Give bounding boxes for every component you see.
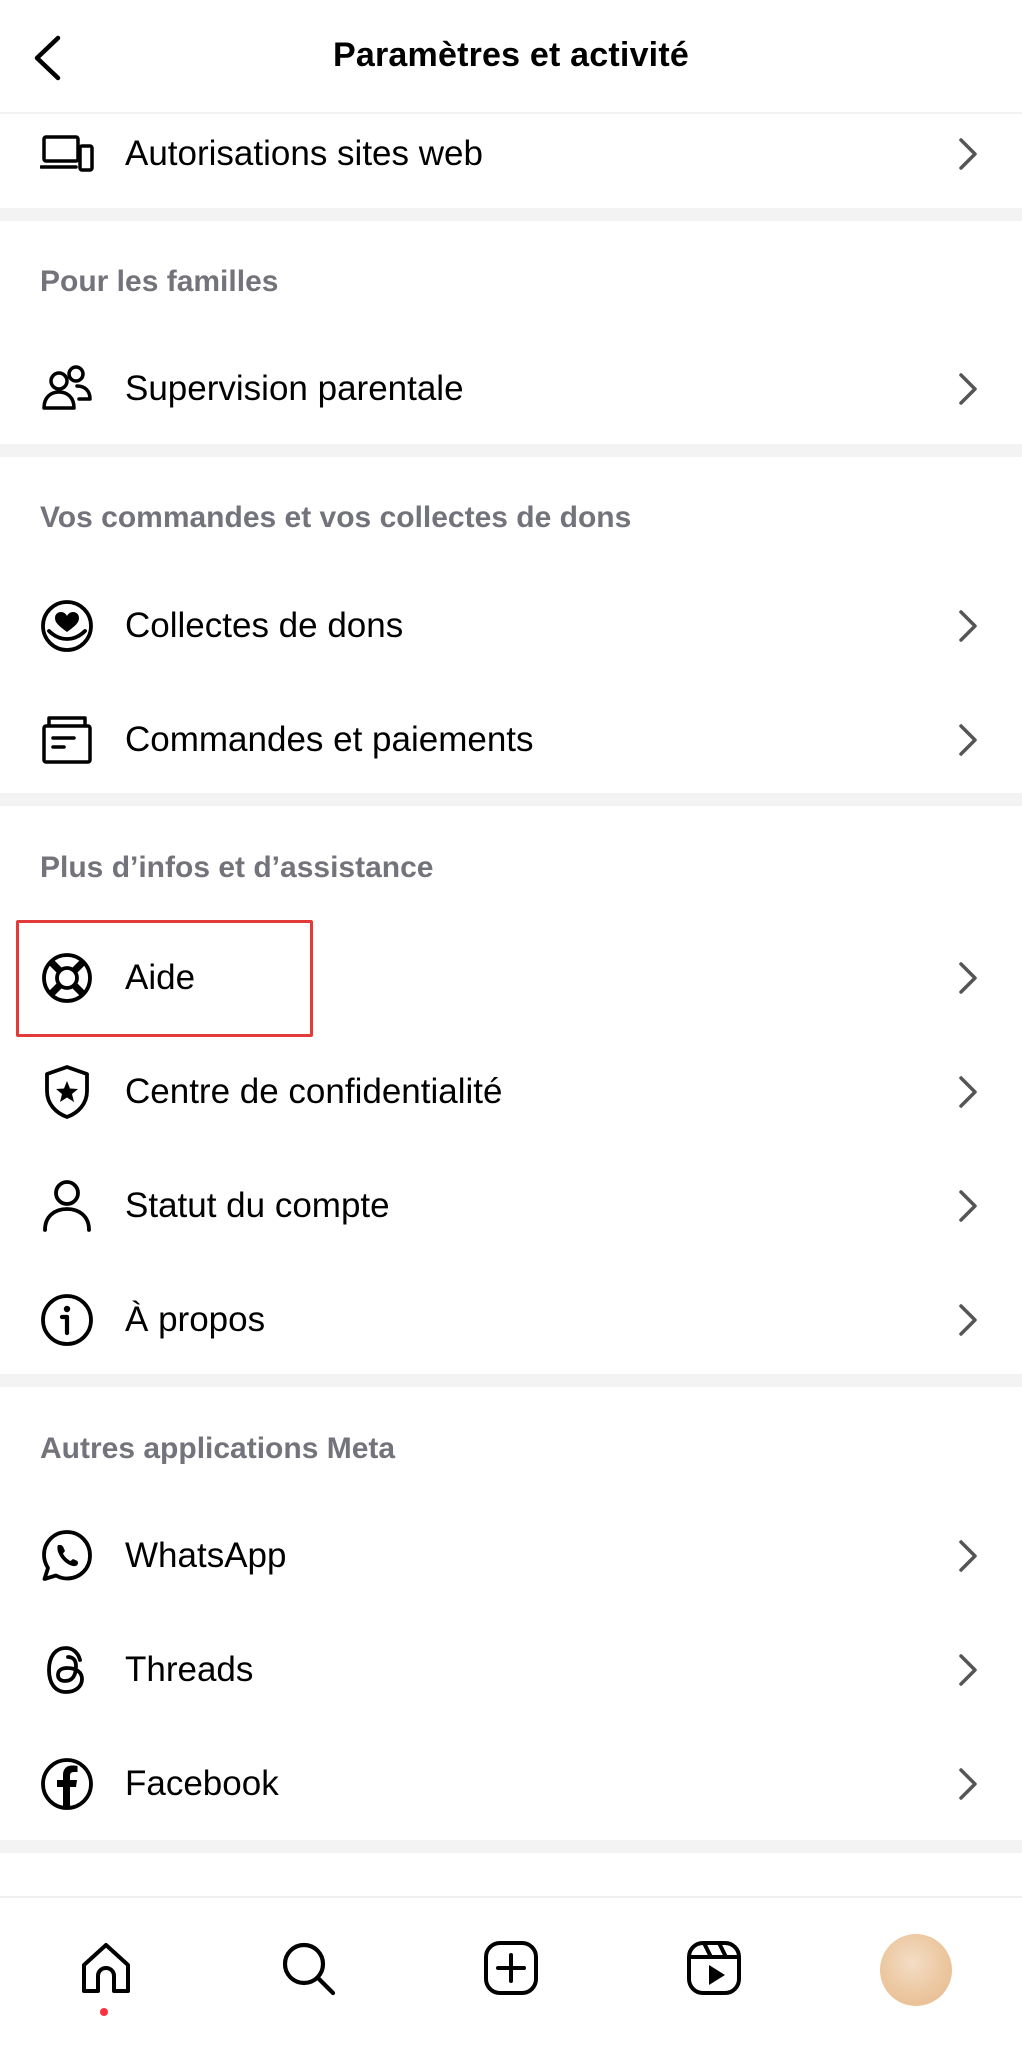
- chevron-right-icon: [959, 373, 977, 405]
- section-title-support: Plus d’infos et d’assistance: [40, 851, 434, 884]
- devices-icon: [36, 123, 98, 185]
- nav-search[interactable]: [268, 1928, 348, 2008]
- info-icon: [36, 1289, 98, 1351]
- page-title: Paramètres et activité: [333, 36, 689, 74]
- menu-item-account-status[interactable]: Statut du compte: [0, 1150, 1022, 1262]
- threads-icon: [36, 1639, 98, 1701]
- highlight-box: [16, 920, 313, 1037]
- menu-item-fundraisers[interactable]: Collectes de dons: [0, 570, 1022, 682]
- header: Paramètres et activité: [0, 0, 1022, 114]
- menu-item-label: Collectes de dons: [125, 606, 404, 645]
- heart-coin-icon: [36, 595, 98, 657]
- menu-item-about[interactable]: À propos: [0, 1264, 1022, 1376]
- chevron-right-icon: [959, 610, 977, 642]
- chevron-right-icon: [959, 1768, 977, 1800]
- chevron-right-icon: [959, 1654, 977, 1686]
- box-icon: [36, 709, 98, 771]
- chevron-right-icon: [959, 138, 977, 170]
- section-separator: [0, 793, 1022, 806]
- section-title-families: Pour les familles: [40, 265, 279, 298]
- menu-item-label: Centre de confidentialité: [125, 1072, 503, 1111]
- section-separator: [0, 1374, 1022, 1387]
- menu-item-label: Threads: [125, 1650, 254, 1689]
- nav-create[interactable]: [471, 1928, 551, 2008]
- whatsapp-icon: [36, 1525, 98, 1587]
- menu-item-label: Statut du compte: [125, 1186, 390, 1225]
- search-icon: [282, 1942, 336, 1996]
- shield-star-icon: [36, 1061, 98, 1123]
- profile-avatar[interactable]: [880, 1934, 952, 2006]
- chevron-right-icon: [959, 962, 977, 994]
- facebook-icon: [36, 1753, 98, 1815]
- chevron-right-icon: [959, 1540, 977, 1572]
- section-separator: [0, 1840, 1022, 1853]
- menu-item-label: WhatsApp: [125, 1536, 287, 1575]
- chevron-right-icon: [959, 1076, 977, 1108]
- menu-item-parental-supervision[interactable]: Supervision parentale: [0, 333, 1022, 445]
- menu-item-facebook[interactable]: Facebook: [0, 1728, 1022, 1840]
- person-icon: [36, 1175, 98, 1237]
- menu-item-label: Supervision parentale: [125, 369, 464, 408]
- nav-reels[interactable]: [674, 1928, 754, 2008]
- header-divider: [0, 112, 1022, 114]
- people-icon: [36, 358, 98, 420]
- section-title-meta-apps: Autres applications Meta: [40, 1432, 396, 1465]
- section-separator: [0, 444, 1022, 457]
- bottom-nav: [0, 1896, 1022, 2048]
- menu-item-privacy-center[interactable]: Centre de confidentialité: [0, 1036, 1022, 1148]
- menu-item-orders-payments[interactable]: Commandes et paiements: [0, 684, 1022, 796]
- menu-item-threads[interactable]: Threads: [0, 1614, 1022, 1726]
- section-title-orders: Vos commandes et vos collectes de dons: [40, 501, 632, 534]
- menu-item-whatsapp[interactable]: WhatsApp: [0, 1500, 1022, 1612]
- menu-item-label: À propos: [125, 1300, 266, 1339]
- menu-item-website-permissions[interactable]: Autorisations sites web: [0, 98, 1022, 210]
- menu-item-label: Commandes et paiements: [125, 720, 534, 759]
- section-separator: [0, 208, 1022, 221]
- menu-item-label: Autorisations sites web: [125, 134, 483, 173]
- chevron-right-icon: [959, 1304, 977, 1336]
- create-icon: [484, 1941, 538, 1995]
- home-icon: [82, 1943, 130, 1993]
- chevron-right-icon: [959, 724, 977, 756]
- notification-dot: [100, 2008, 108, 2016]
- settings-page: Paramètres et activité Autorisations sit…: [0, 0, 1022, 2048]
- nav-home[interactable]: [66, 1928, 146, 2008]
- menu-item-label: Facebook: [125, 1764, 279, 1803]
- chevron-right-icon: [959, 1190, 977, 1222]
- reels-icon: [687, 1941, 741, 1995]
